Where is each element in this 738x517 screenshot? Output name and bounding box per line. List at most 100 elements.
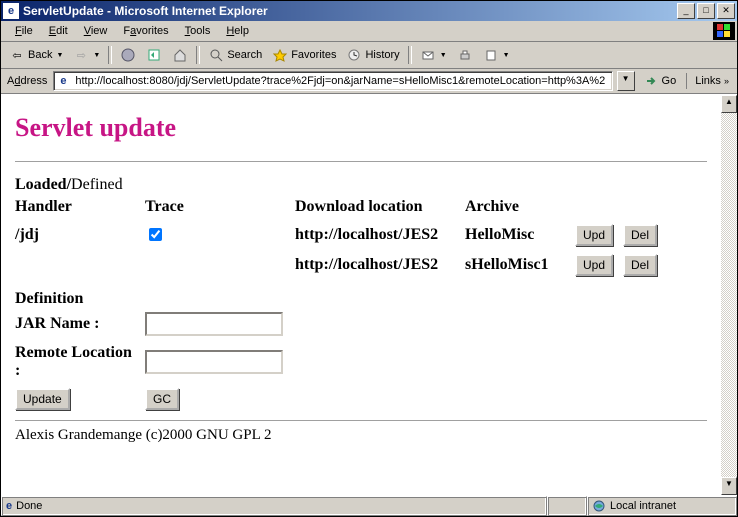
url-input[interactable] — [73, 74, 609, 88]
chevron-down-icon: ▼ — [503, 52, 510, 59]
mail-button[interactable]: ▼ — [416, 45, 451, 65]
search-label: Search — [227, 49, 262, 61]
stop-icon — [120, 47, 136, 63]
download-cell: http://localhost/JES2 — [295, 226, 438, 243]
gc-button[interactable]: GC — [145, 388, 179, 410]
search-icon — [208, 47, 224, 63]
scroll-up-button[interactable]: ▲ — [721, 95, 737, 113]
search-button[interactable]: Search — [204, 45, 266, 65]
stop-button[interactable] — [116, 45, 140, 65]
definition-heading: Definition — [15, 290, 707, 308]
address-label: Address — [5, 75, 49, 87]
servlet-table: Handler Trace Download location Archive … — [15, 194, 667, 280]
col-archive: Archive — [465, 194, 575, 220]
jar-name-label: JAR Name : — [15, 315, 99, 332]
home-icon — [172, 47, 188, 63]
go-label: Go — [662, 75, 677, 87]
go-icon — [643, 73, 659, 89]
update-button[interactable]: Update — [15, 388, 70, 410]
app-icon: e — [3, 3, 19, 19]
history-button[interactable]: History — [342, 45, 403, 65]
definition-form: JAR Name : Remote Location : Update GC — [15, 308, 293, 414]
menubar: File Edit View Favorites Tools Help — [1, 21, 737, 42]
table-row: http://localhost/JES2 sHelloMisc1 Upd De… — [15, 250, 667, 280]
del-button[interactable]: Del — [623, 224, 657, 246]
addressbar: Address e ▼ Go Links » — [1, 69, 737, 94]
table-row: /jdj http://localhost/JES2 HelloMisc Upd… — [15, 220, 667, 250]
upd-button[interactable]: Upd — [575, 224, 613, 246]
forward-button[interactable]: ⇨ ▼ — [69, 45, 104, 65]
back-button[interactable]: ⇦ Back ▼ — [5, 45, 67, 65]
maximize-button[interactable]: □ — [697, 3, 715, 19]
ie-throbber — [713, 22, 735, 40]
toolbar: ⇦ Back ▼ ⇨ ▼ Search Favorites Histor — [1, 42, 737, 69]
page-icon: e — [6, 500, 12, 512]
favorites-icon — [272, 47, 288, 63]
favorites-button[interactable]: Favorites — [268, 45, 340, 65]
divider — [15, 161, 707, 162]
col-handler: Handler — [15, 194, 145, 220]
browser-window: e ServletUpdate - Microsoft Internet Exp… — [0, 0, 738, 517]
menu-file[interactable]: File — [7, 23, 41, 39]
remote-location-label: Remote Location : — [15, 344, 132, 379]
download-cell: http://localhost/JES2 — [295, 256, 438, 273]
page-title: Servlet update — [15, 113, 707, 143]
chevron-down-icon: ▼ — [440, 52, 447, 59]
trace-checkbox[interactable] — [149, 228, 162, 241]
divider — [15, 420, 707, 421]
separator — [408, 46, 412, 64]
col-download: Download location — [295, 194, 465, 220]
menu-help[interactable]: Help — [218, 23, 257, 39]
upd-button[interactable]: Upd — [575, 254, 613, 276]
scroll-track[interactable] — [721, 113, 737, 477]
links-button[interactable]: Links » — [686, 73, 733, 89]
page-content: Servlet update Loaded/Defined Handler Tr… — [1, 95, 721, 495]
url-dropdown[interactable]: ▼ — [617, 71, 635, 91]
page-footer: Alexis Grandemange (c)2000 GNU GPL 2 — [15, 427, 707, 444]
minimize-button[interactable]: _ — [677, 3, 695, 19]
status-spacer — [547, 496, 587, 516]
menu-favorites[interactable]: Favorites — [115, 23, 176, 39]
favorites-label: Favorites — [291, 49, 336, 61]
zone-panel: Local intranet — [587, 496, 737, 516]
mail-icon — [420, 47, 436, 63]
close-button[interactable]: ✕ — [717, 3, 735, 19]
go-button[interactable]: Go — [639, 71, 681, 91]
statusbar: e Done Local intranet — [1, 495, 737, 516]
refresh-icon — [146, 47, 162, 63]
print-button[interactable] — [453, 45, 477, 65]
window-title: ServletUpdate - Microsoft Internet Explo… — [23, 4, 675, 18]
separator — [196, 46, 200, 64]
history-label: History — [365, 49, 399, 61]
vertical-scrollbar[interactable]: ▲ ▼ — [721, 95, 737, 495]
print-icon — [457, 47, 473, 63]
col-trace: Trace — [145, 194, 295, 220]
menu-edit[interactable]: Edit — [41, 23, 76, 39]
intranet-icon — [592, 499, 606, 513]
scroll-down-button[interactable]: ▼ — [721, 477, 737, 495]
archive-cell: HelloMisc — [465, 226, 534, 243]
separator — [108, 46, 112, 64]
del-button[interactable]: Del — [623, 254, 657, 276]
menu-view[interactable]: View — [76, 23, 116, 39]
edit-button[interactable]: ▼ — [479, 45, 514, 65]
remote-location-input[interactable] — [145, 350, 283, 374]
url-box: e — [53, 71, 612, 91]
loaded-defined-label: Loaded/Defined — [15, 176, 707, 194]
history-icon — [346, 47, 362, 63]
chevron-down-icon: ▼ — [56, 52, 63, 59]
chevron-down-icon: ▼ — [93, 52, 100, 59]
back-icon: ⇦ — [9, 47, 25, 63]
edit-icon — [483, 47, 499, 63]
status-panel: e Done — [1, 496, 547, 516]
archive-cell: sHelloMisc1 — [465, 256, 549, 273]
content-wrap: Servlet update Loaded/Defined Handler Tr… — [1, 94, 737, 495]
home-button[interactable] — [168, 45, 192, 65]
jar-name-input[interactable] — [145, 312, 283, 336]
status-text: Done — [16, 500, 42, 512]
back-label: Back — [28, 49, 52, 61]
refresh-button[interactable] — [142, 45, 166, 65]
menu-tools[interactable]: Tools — [177, 23, 219, 39]
titlebar: e ServletUpdate - Microsoft Internet Exp… — [1, 1, 737, 21]
handler-cell: /jdj — [15, 226, 39, 243]
